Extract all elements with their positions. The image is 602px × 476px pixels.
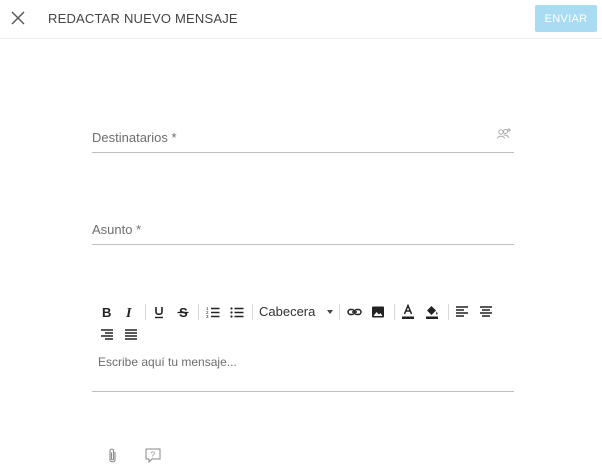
heading-format-value: Cabecera (259, 304, 316, 319)
heading-format-select[interactable]: Cabecera (259, 301, 335, 323)
image-button[interactable] (367, 301, 389, 323)
bold-icon: B (102, 305, 111, 319)
align-center-icon (480, 306, 492, 317)
image-icon (372, 306, 384, 318)
chevron-down-icon (327, 310, 333, 314)
recipients-field[interactable]: Destinatarios * (92, 127, 514, 153)
link-icon (346, 308, 362, 316)
subject-input[interactable] (92, 219, 496, 245)
attach-button[interactable] (104, 447, 122, 465)
send-button[interactable]: ENVIAR (535, 5, 597, 32)
link-button[interactable] (343, 301, 365, 323)
help-icon: ? (145, 448, 161, 464)
toolbar-divider (339, 304, 340, 320)
toolbar-divider (448, 304, 449, 320)
svg-text:?: ? (151, 451, 156, 460)
svg-text:I: I (125, 306, 132, 319)
toolbar-divider (198, 304, 199, 320)
subject-field[interactable]: Asunto * (92, 219, 514, 245)
help-button[interactable]: ? (144, 447, 162, 465)
paperclip-icon (109, 448, 116, 463)
italic-icon: I (125, 306, 132, 319)
toolbar-divider (394, 304, 395, 320)
bold-button[interactable]: B (95, 301, 117, 323)
svg-text:B: B (102, 305, 111, 319)
align-right-button[interactable] (96, 324, 118, 346)
strikethrough-button[interactable]: S (172, 301, 194, 323)
bullet-list-icon (230, 307, 244, 318)
underline-icon (155, 307, 163, 319)
underline-button[interactable] (148, 301, 170, 323)
add-contacts-button[interactable] (496, 127, 512, 141)
close-button[interactable] (9, 9, 27, 27)
fill-color-button[interactable] (421, 301, 443, 323)
justify-button[interactable] (120, 324, 142, 346)
recipients-input[interactable] (92, 127, 496, 153)
fill-color-icon (426, 306, 438, 319)
text-color-button[interactable] (397, 301, 419, 323)
page-title: REDACTAR NUEVO MENSAJE (48, 11, 238, 26)
svg-text:3: 3 (206, 314, 209, 319)
ordered-list-button[interactable]: 1 2 3 (202, 301, 224, 323)
strikethrough-icon: S (177, 305, 189, 319)
bullet-list-button[interactable] (226, 301, 248, 323)
align-right-icon (101, 329, 113, 340)
message-editor[interactable]: Escribe aquí tu mensaje... (92, 348, 514, 392)
message-placeholder: Escribe aquí tu mensaje... (98, 355, 237, 369)
text-color-icon (402, 304, 414, 319)
align-center-button[interactable] (475, 301, 497, 323)
align-left-icon (456, 306, 468, 317)
toolbar-divider (145, 304, 146, 320)
italic-button[interactable]: I (118, 301, 140, 323)
toolbar-divider (252, 304, 253, 320)
close-icon (11, 11, 25, 25)
justify-icon (125, 329, 137, 340)
add-contacts-icon (497, 128, 511, 139)
top-bar: REDACTAR NUEVO MENSAJE ENVIAR (0, 0, 602, 39)
ordered-list-icon: 1 2 3 (206, 306, 220, 319)
align-left-button[interactable] (451, 301, 473, 323)
